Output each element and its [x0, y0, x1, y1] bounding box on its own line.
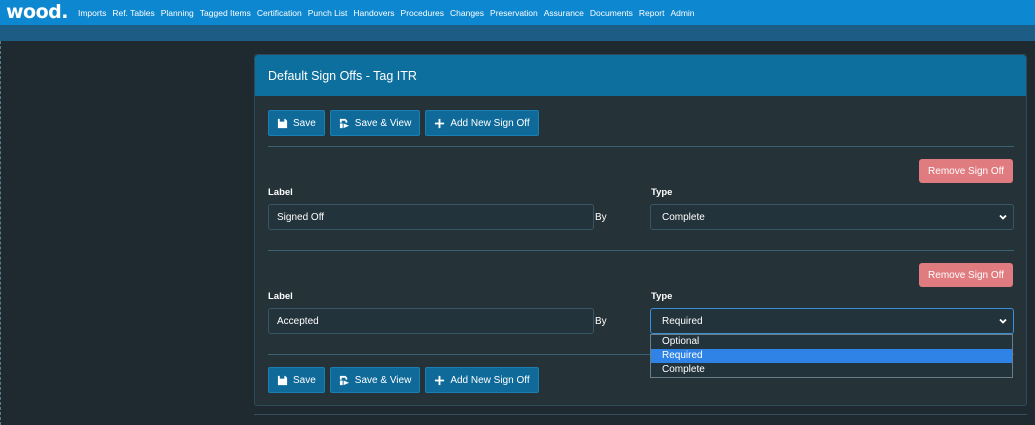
- save-button[interactable]: Save: [268, 367, 325, 393]
- floppy-disk-icon: [277, 118, 288, 128]
- plus-icon: [435, 375, 445, 385]
- top-navbar: wood. Imports Ref. Tables Planning Tagge…: [0, 0, 1035, 25]
- add-new-sign-off-button[interactable]: Add New Sign Off: [425, 367, 539, 393]
- save-and-view-button-label: Save & View: [354, 374, 412, 386]
- nav-item-admin[interactable]: Admin: [670, 8, 694, 18]
- top-toolbar: Save Save & View Add New Sign Off: [268, 110, 539, 136]
- nav-item-tagged-items[interactable]: Tagged Items: [200, 8, 251, 18]
- plus-icon: [435, 118, 445, 128]
- chevron-down-icon: [999, 213, 1007, 221]
- remove-sign-off-button[interactable]: Remove Sign Off: [919, 159, 1013, 183]
- save-and-view-button[interactable]: Save & View: [329, 110, 421, 136]
- nav-item-changes[interactable]: Changes: [450, 8, 484, 18]
- nav-item-assurance[interactable]: Assurance: [544, 8, 584, 18]
- label-input[interactable]: Accepted: [268, 308, 594, 334]
- type-heading: Type: [651, 187, 673, 198]
- label-heading: Label: [268, 187, 293, 198]
- nav-item-documents[interactable]: Documents: [590, 8, 633, 18]
- bottom-toolbar: Save Save & View Add New Sign Off: [268, 367, 539, 393]
- card-title: Default Sign Offs - Tag ITR: [268, 68, 417, 83]
- wood-logo[interactable]: wood.: [0, 0, 68, 25]
- divider: [268, 146, 1014, 147]
- save-view-icon: [339, 118, 349, 128]
- sign-offs-card: Default Sign Offs - Tag ITR Save Save & …: [254, 54, 1027, 406]
- add-new-sign-off-label: Add New Sign Off: [450, 374, 530, 386]
- type-heading: Type: [651, 291, 673, 302]
- remove-sign-off-button[interactable]: Remove Sign Off: [919, 263, 1013, 287]
- type-dropdown-list: Optional Required Complete: [650, 334, 1013, 378]
- floppy-disk-icon: [277, 375, 288, 385]
- type-option-optional[interactable]: Optional: [651, 335, 1012, 349]
- save-button-label: Save: [293, 117, 316, 129]
- save-button[interactable]: Save: [268, 110, 325, 136]
- type-option-complete[interactable]: Complete: [651, 363, 1012, 377]
- divider: [268, 250, 1014, 251]
- save-button-label: Save: [293, 374, 316, 386]
- nav-item-punch-list[interactable]: Punch List: [308, 8, 348, 18]
- nav-item-handovers[interactable]: Handovers: [353, 8, 394, 18]
- label-heading: Label: [268, 291, 293, 302]
- type-select[interactable]: Required: [650, 308, 1014, 334]
- nav-item-ref-tables[interactable]: Ref. Tables: [112, 8, 154, 18]
- type-option-required[interactable]: Required: [651, 349, 1012, 363]
- add-new-sign-off-label: Add New Sign Off: [450, 117, 530, 129]
- by-text: By: [595, 212, 607, 223]
- nav-item-report[interactable]: Report: [639, 8, 665, 18]
- type-select-value: Required: [662, 315, 703, 327]
- nav-item-procedures[interactable]: Procedures: [401, 8, 444, 18]
- nav-item-certification[interactable]: Certification: [257, 8, 302, 18]
- save-view-icon: [339, 375, 349, 385]
- nav-item-planning[interactable]: Planning: [161, 8, 194, 18]
- type-select-value: Complete: [662, 211, 705, 223]
- chevron-down-icon: [999, 317, 1007, 325]
- by-text: By: [595, 316, 607, 327]
- nav-item-imports[interactable]: Imports: [78, 8, 106, 18]
- page-bottom-rule: [254, 414, 1027, 415]
- save-and-view-button[interactable]: Save & View: [329, 367, 421, 393]
- label-input[interactable]: Signed Off: [268, 204, 594, 230]
- sub-navbar: [0, 25, 1035, 41]
- nav-menu: Imports Ref. Tables Planning Tagged Item…: [78, 8, 701, 18]
- add-new-sign-off-button[interactable]: Add New Sign Off: [425, 110, 539, 136]
- type-select[interactable]: Complete: [650, 204, 1014, 230]
- card-header: Default Sign Offs - Tag ITR: [255, 55, 1026, 96]
- save-and-view-button-label: Save & View: [354, 117, 412, 129]
- left-edge-marker: [0, 41, 2, 425]
- nav-item-preservation[interactable]: Preservation: [490, 8, 538, 18]
